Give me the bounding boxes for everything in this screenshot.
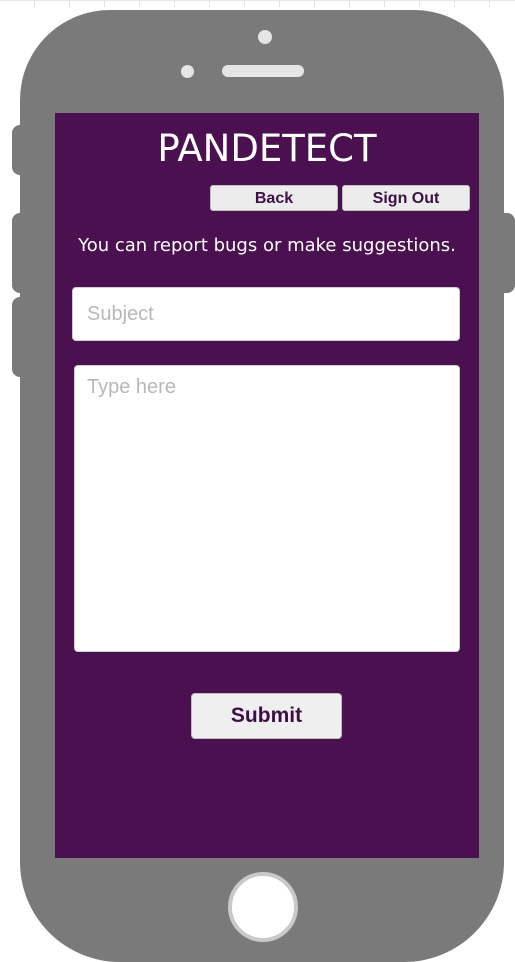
submit-button[interactable]: Submit — [191, 693, 342, 739]
subject-input[interactable] — [72, 287, 460, 341]
app-title: PANDETECT — [157, 127, 377, 170]
app-screen: PANDETECT Back Sign Out You can report b… — [55, 113, 479, 858]
top-ruler — [0, 0, 515, 7]
sign-out-button[interactable]: Sign Out — [342, 185, 470, 211]
message-textarea[interactable] — [74, 365, 460, 652]
back-button[interactable]: Back — [210, 185, 338, 211]
front-camera-icon — [258, 30, 272, 44]
proximity-sensor-icon — [181, 65, 194, 78]
feedback-instructions: You can report bugs or make suggestions. — [78, 235, 456, 256]
earpiece-speaker-icon — [222, 65, 304, 77]
home-button[interactable] — [228, 872, 298, 942]
